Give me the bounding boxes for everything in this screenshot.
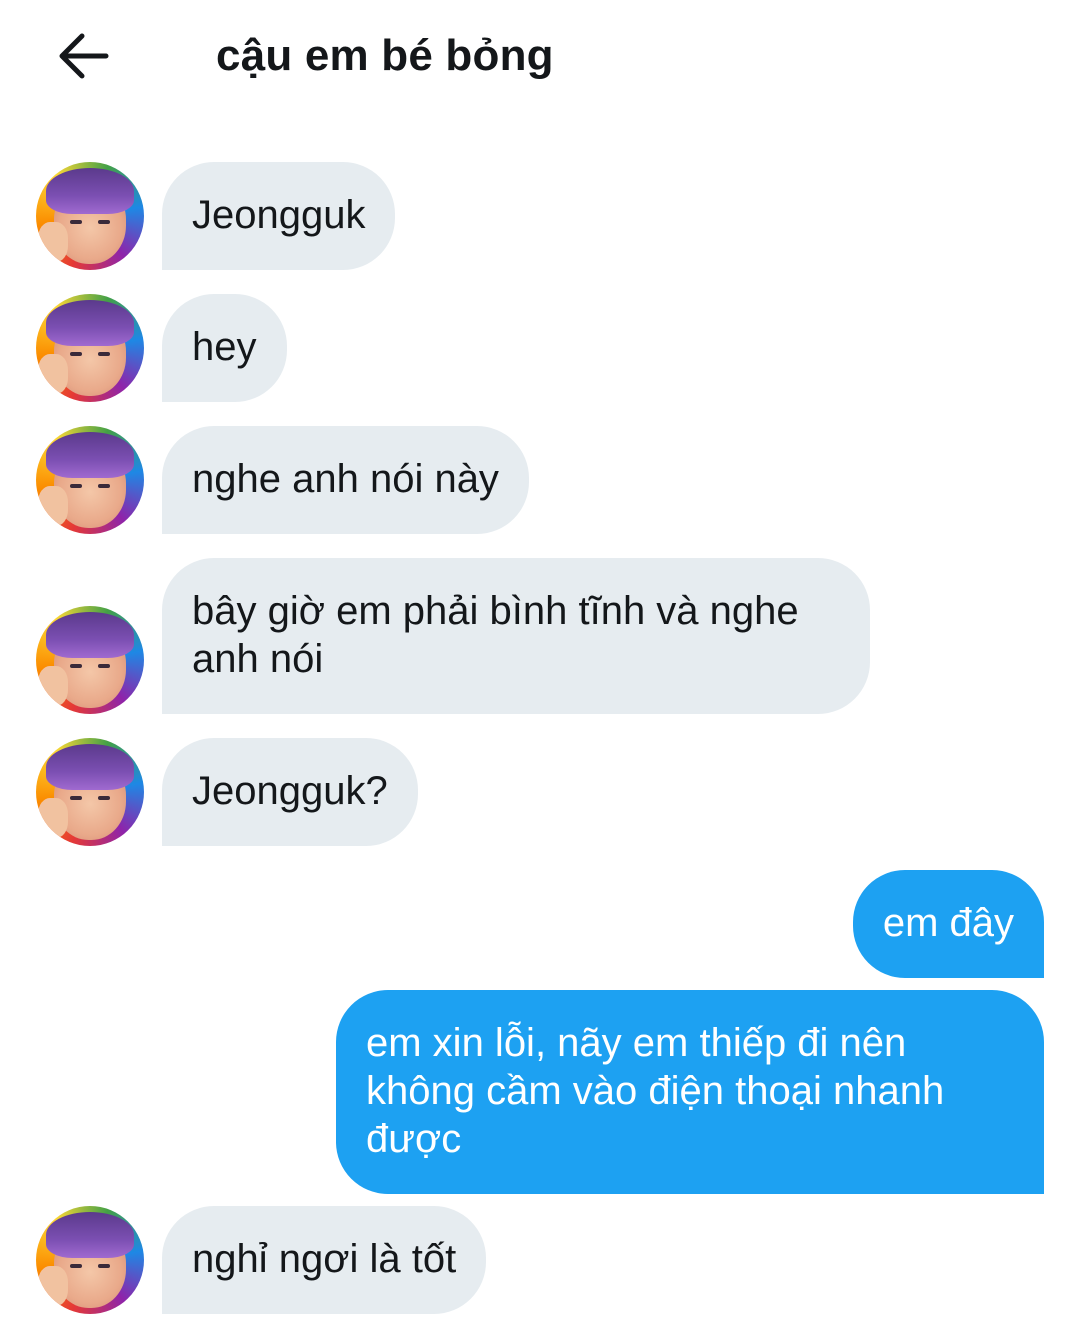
avatar[interactable] xyxy=(36,426,144,534)
conversation-header: cậu em bé bỏng xyxy=(0,0,1080,112)
arrow-left-icon xyxy=(59,33,109,79)
avatar[interactable] xyxy=(36,606,144,714)
message-bubble-incoming[interactable]: nghe anh nói này xyxy=(162,426,529,534)
message-bubble-incoming[interactable]: Jeongguk? xyxy=(162,738,418,846)
back-button[interactable] xyxy=(52,24,116,88)
message-bubble-incoming[interactable]: hey xyxy=(162,294,287,402)
avatar[interactable] xyxy=(36,1206,144,1314)
avatar[interactable] xyxy=(36,294,144,402)
message-bubble-outgoing[interactable]: em xin lỗi, nãy em thiếp đi nên không cầ… xyxy=(336,990,1044,1194)
conversation-title: cậu em bé bỏng xyxy=(216,31,554,80)
message-bubble-incoming[interactable]: nghỉ ngơi là tốt xyxy=(162,1206,487,1314)
message-bubble-incoming[interactable]: bây giờ em phải bình tĩnh và nghe anh nó… xyxy=(162,558,870,714)
message-bubble-incoming[interactable]: Jeongguk xyxy=(162,162,396,270)
avatar[interactable] xyxy=(36,162,144,270)
avatar[interactable] xyxy=(36,738,144,846)
message-bubble-outgoing[interactable]: em đây xyxy=(852,870,1044,978)
